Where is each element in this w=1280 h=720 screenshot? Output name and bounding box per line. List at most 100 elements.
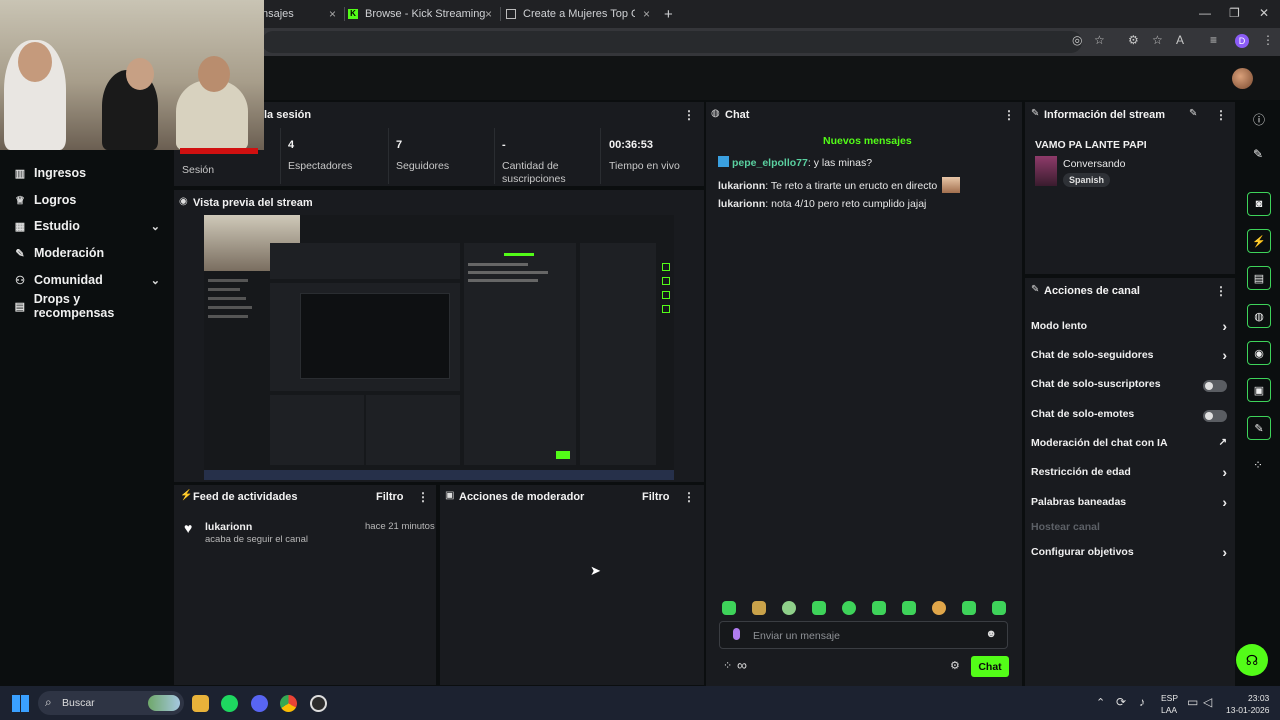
emote-button[interactable] (752, 601, 766, 615)
queue-icon[interactable]: ≡ (1210, 33, 1217, 47)
activity-user[interactable]: lukarionn (205, 521, 252, 533)
chrome-icon[interactable] (280, 695, 297, 712)
support-button[interactable]: ☊ (1236, 644, 1268, 676)
sidebar-item-moderacion[interactable]: ✎ Moderación (12, 243, 162, 263)
close-tab-icon[interactable]: × (485, 7, 492, 21)
bookmark-star-icon[interactable]: ☆ (1094, 33, 1105, 47)
dots-icon[interactable]: ⁘ (723, 659, 732, 672)
filter-button[interactable]: Filtro (642, 491, 670, 503)
file-explorer-icon[interactable] (192, 695, 209, 712)
notes-tool-icon[interactable]: ▤ (1247, 266, 1271, 290)
emotes-only-toggle[interactable] (1203, 410, 1227, 422)
sidebar-item-estudio[interactable]: ▦ Estudio ⌄ (12, 216, 162, 236)
spotify-icon[interactable] (221, 695, 238, 712)
emoji-icon[interactable]: ☻ (985, 628, 997, 640)
emote-button[interactable] (902, 601, 916, 615)
info-icon[interactable]: ⓘ (1253, 111, 1265, 128)
address-field[interactable] (262, 31, 1082, 53)
clock-time[interactable]: 23:03 (1248, 693, 1269, 703)
filter-button[interactable]: Filtro (376, 491, 404, 503)
chevron-down-icon: ⌄ (150, 220, 160, 233)
close-tab-icon[interactable]: × (329, 7, 336, 21)
user-avatar[interactable] (1232, 68, 1253, 89)
trophy-icon: ♕ (15, 194, 25, 207)
chat-tool-icon[interactable]: ◍ (1247, 304, 1271, 328)
eye-off-icon[interactable]: ◎ (1072, 33, 1082, 47)
subscribers-only-toggle[interactable] (1203, 380, 1227, 392)
profile-avatar[interactable]: D (1235, 34, 1249, 48)
category-thumbnail[interactable] (1035, 156, 1057, 186)
sidebar-item-drops[interactable]: ▤ Drops y recompensas (12, 292, 162, 320)
browser-tab[interactable]: nsajes × (262, 3, 342, 25)
lang-bottom[interactable]: LAA (1161, 705, 1177, 715)
close-window-button[interactable]: ✕ (1259, 6, 1269, 20)
emote-button[interactable] (992, 601, 1006, 615)
sync-icon[interactable]: ⟳ (1116, 695, 1126, 709)
pencil-icon[interactable]: ✎ (1253, 147, 1263, 161)
emote-button[interactable] (842, 601, 856, 615)
chat-input[interactable]: Enviar un mensaje ☻ (719, 621, 1008, 649)
mod-tool-icon[interactable]: ▣ (1247, 378, 1271, 402)
windows-start-icon[interactable] (12, 695, 29, 712)
action-banned-words[interactable]: Palabras baneadas › (1031, 494, 1227, 512)
broadcast-tool-icon[interactable]: ◉ (1247, 341, 1271, 365)
new-messages-banner[interactable]: Nuevos mensajes (823, 135, 912, 147)
translate-icon[interactable]: A (1176, 33, 1184, 47)
emote-button[interactable] (812, 601, 826, 615)
browser-tab[interactable]: K Browse - Kick Streaming × (348, 3, 498, 25)
network-icon[interactable]: ▭ (1187, 695, 1198, 709)
mic-icon[interactable]: ♪ (1139, 695, 1145, 709)
chat-username[interactable]: lukarionn (718, 180, 765, 192)
kebab-menu-icon[interactable]: ⋮ (1215, 108, 1227, 122)
action-age-restriction[interactable]: Restricción de edad › (1031, 464, 1227, 482)
settings-gear-icon[interactable]: ⚙ (950, 659, 960, 672)
stream-preview-video[interactable] (204, 215, 674, 480)
camera-tool-icon[interactable]: ◙ (1247, 192, 1271, 216)
kebab-menu-icon[interactable]: ⋮ (1003, 108, 1015, 122)
sidebar-item-comunidad[interactable]: ⚇ Comunidad ⌄ (12, 270, 162, 290)
emote-button[interactable] (872, 601, 886, 615)
wrench-icon: ✎ (15, 247, 25, 260)
star-icon[interactable]: ☆ (1152, 33, 1163, 47)
emote-button[interactable] (722, 601, 736, 615)
action-followers-only[interactable]: Chat de solo-seguidores › (1031, 347, 1227, 365)
bolt-tool-icon[interactable]: ⚡ (1247, 229, 1271, 253)
lang-top[interactable]: ESP (1161, 693, 1178, 703)
extension-icon[interactable]: ⚙ (1128, 33, 1139, 47)
maximize-button[interactable]: ❐ (1229, 6, 1240, 20)
browser-menu-icon[interactable]: ⋮ (1262, 33, 1274, 47)
new-tab-button[interactable]: + (664, 3, 678, 25)
emote-button[interactable] (932, 601, 946, 615)
wrench-tool-icon[interactable]: ✎ (1247, 416, 1271, 440)
obs-icon[interactable] (310, 695, 327, 712)
preview-title: Vista previa del stream (193, 197, 313, 209)
close-tab-icon[interactable]: × (643, 7, 650, 21)
edit-icon[interactable]: ✎ (1189, 108, 1197, 119)
microphone-icon[interactable] (733, 628, 740, 640)
browser-tab[interactable]: Create a Mujeres Top Oficial Ti × (506, 3, 656, 25)
taskbar-search[interactable]: ⌕ Buscar (38, 691, 184, 715)
chevron-up-icon[interactable]: ⌃ (1096, 696, 1105, 709)
volume-icon[interactable]: ◁ (1203, 695, 1212, 709)
action-label: Hostear canal (1031, 521, 1100, 533)
send-chat-button[interactable]: Chat (971, 656, 1009, 677)
action-ai-moderation[interactable]: Moderación del chat con IA ↗ (1031, 437, 1227, 453)
action-slow-mode[interactable]: Modo lento › (1031, 318, 1227, 336)
action-configure-goals[interactable]: Configurar objetivos › (1031, 544, 1227, 562)
sidebar-item-ingresos[interactable]: ▥ Ingresos (12, 163, 162, 183)
chat-username[interactable]: lukarionn (718, 198, 765, 210)
category-name[interactable]: Conversando (1063, 158, 1125, 170)
infinity-icon[interactable]: ∞ (737, 657, 747, 673)
kebab-menu-icon[interactable]: ⋮ (417, 490, 429, 504)
discord-icon[interactable] (251, 695, 268, 712)
chat-username[interactable]: pepe_elpollo77 (732, 157, 808, 169)
clock-date[interactable]: 13-01-2026 (1226, 705, 1269, 715)
kebab-menu-icon[interactable]: ⋮ (1215, 284, 1227, 298)
sidebar-item-logros[interactable]: ♕ Logros (12, 190, 162, 210)
minimize-button[interactable]: — (1199, 6, 1211, 20)
emote-button[interactable] (962, 601, 976, 615)
kebab-menu-icon[interactable]: ⋮ (683, 108, 695, 122)
more-apps-icon[interactable]: ⁘ (1253, 458, 1263, 472)
emote-button[interactable] (782, 601, 796, 615)
kebab-menu-icon[interactable]: ⋮ (683, 490, 695, 504)
